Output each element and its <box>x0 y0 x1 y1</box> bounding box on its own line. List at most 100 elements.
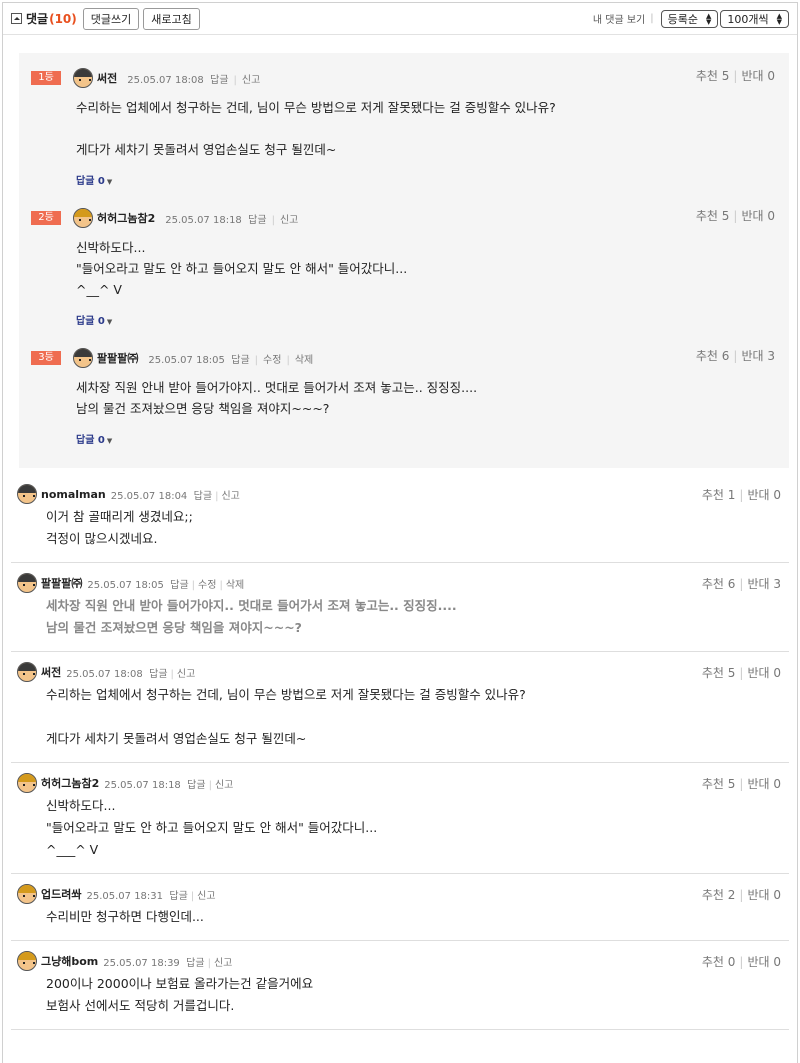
list-item: 팔팔팔㈜ 25.05.07 18:05 답글 | 수정 | 삭제 추천 6 | 반대 3 세차장 … <box>11 563 789 652</box>
action-link-button[interactable]: 신고 <box>197 891 215 902</box>
comment-line <box>76 118 789 139</box>
comment-meta: 25.05.07 18:05 답글 | 수정 | 삭제 <box>87 576 244 591</box>
upvote-button[interactable]: 추천 1 <box>702 488 736 502</box>
action-reply-button[interactable]: 답글 <box>210 75 228 86</box>
downvote-button[interactable]: 반대 0 <box>741 69 775 83</box>
comment-title: 댓글 <box>26 12 49 26</box>
rank-badge: 3등 <box>31 351 61 365</box>
upvote-button[interactable]: 추천 5 <box>696 69 730 83</box>
reply-count: 답글 0 <box>76 435 105 446</box>
refresh-button[interactable]: 새로고침 <box>143 7 200 30</box>
downvote-button[interactable]: 반대 0 <box>747 888 781 902</box>
divider: | <box>739 488 744 502</box>
comment-line: 신박하도다... <box>46 798 116 813</box>
avatar-icon <box>73 348 93 368</box>
write-comment-button[interactable]: 댓글쓰기 <box>82 7 140 30</box>
upvote-button[interactable]: 추천 5 <box>702 777 736 791</box>
chevron-down-icon: ▼ <box>106 318 113 326</box>
divider: | <box>286 354 290 366</box>
downvote-button[interactable]: 반대 0 <box>747 488 781 502</box>
upvote-button[interactable]: 추천 5 <box>702 666 736 680</box>
comment-meta: 25.05.07 18:18 답글 | 신고 <box>165 211 298 226</box>
divider: | <box>271 214 275 226</box>
downvote-button[interactable]: 반대 0 <box>747 777 781 791</box>
action-reply-button[interactable]: 답글 <box>231 355 249 366</box>
action-reply-button[interactable]: 답글 <box>169 891 187 902</box>
nickname[interactable]: 업드려쏴 <box>41 886 81 902</box>
nickname[interactable]: 허허그놈참2 <box>97 210 155 226</box>
divider: | <box>650 13 654 24</box>
nickname[interactable]: 허허그놈참2 <box>41 775 99 791</box>
comment-body: 수리비만 청구하면 다행인데... <box>11 906 789 928</box>
updown-arrow-icon: ▲ ▼ <box>776 11 782 26</box>
downvote-button[interactable]: 반대 0 <box>747 955 781 969</box>
nickname[interactable]: nomalman <box>41 488 106 501</box>
action-reply-button[interactable]: 답글 <box>170 580 188 591</box>
downvote-button[interactable]: 반대 0 <box>741 209 775 223</box>
upvote-button[interactable]: 추천 6 <box>696 349 730 363</box>
comment-line: 보험사 선에서도 적당히 거를겁니다. <box>46 998 235 1013</box>
best-comment: 1등 써전 25.05.07 18:08 답글 | 신고 추천 5 | 반대 0 수리하는 업체… <box>19 65 789 187</box>
action-link-button[interactable]: 수정 <box>263 355 281 366</box>
action-link-button[interactable]: 신고 <box>242 75 260 86</box>
action-reply-button[interactable]: 답글 <box>248 215 266 226</box>
comment-meta: 25.05.07 18:05 답글 | 수정 | 삭제 <box>148 351 313 366</box>
avatar-icon <box>17 951 37 971</box>
upvote-button[interactable]: 추천 5 <box>696 209 730 223</box>
vote-counts: 추천 6 | 반대 3 <box>702 575 781 592</box>
comment-line <box>46 706 789 728</box>
action-link-button[interactable]: 삭제 <box>226 580 244 591</box>
list-item: 업드려쏴 25.05.07 18:31 답글 | 신고 추천 2 | 반대 0 수리비만 청구… <box>11 874 789 941</box>
nickname[interactable]: 써전 <box>41 664 61 680</box>
action-reply-button[interactable]: 답글 <box>187 780 205 791</box>
comment-date: 25.05.07 18:18 <box>104 779 181 791</box>
nickname[interactable]: 팔팔팔㈜ <box>41 575 82 591</box>
comment-line: 수리비만 청구하면 다행인데... <box>46 909 204 924</box>
chevron-down-icon: ▼ <box>106 437 113 445</box>
comment-line: 이거 참 골때리게 생겼네요;; <box>46 509 193 524</box>
comment-header: 1등 써전 25.05.07 18:08 답글 | 신고 <box>19 65 789 91</box>
nickname[interactable]: 팔팔팔㈜ <box>97 350 138 366</box>
sort-select[interactable]: 등록순 ▲ ▼ <box>660 9 719 28</box>
downvote-button[interactable]: 반대 3 <box>747 577 781 591</box>
rank-badge: 2등 <box>31 211 61 225</box>
action-reply-button[interactable]: 답글 <box>194 491 212 502</box>
action-reply-button[interactable]: 답글 <box>186 958 204 969</box>
action-reply-button[interactable]: 답글 <box>149 669 167 680</box>
my-comments-link[interactable]: 내 댓글 보기 <box>593 11 645 26</box>
comment-meta: 25.05.07 18:08 답글 | 신고 <box>66 665 195 680</box>
comment-meta: 25.05.07 18:04 답글 | 신고 <box>111 487 240 502</box>
avatar-icon <box>73 208 93 228</box>
comment-body: 신박하도다... "들어오라고 말도 안 하고 들어오지 말도 안 해서" 들어갔… <box>11 795 789 861</box>
action-link-button[interactable]: 신고 <box>215 780 233 791</box>
updown-arrow-icon: ▲ ▼ <box>705 11 712 26</box>
avatar-icon <box>17 884 37 904</box>
reply-toggle-button[interactable]: 답글 0 ▼ <box>19 172 789 187</box>
reply-toggle-button[interactable]: 답글 0 ▼ <box>19 312 789 327</box>
action-link-button[interactable]: 신고 <box>221 491 239 502</box>
action-link-button[interactable]: 수정 <box>198 580 216 591</box>
downvote-button[interactable]: 반대 3 <box>741 349 775 363</box>
action-link-button[interactable]: 신고 <box>280 215 298 226</box>
collapse-toggle-icon[interactable] <box>11 13 22 24</box>
divider: | <box>233 74 237 86</box>
comment-date: 25.05.07 18:08 <box>66 668 143 680</box>
list-item: 써전 25.05.07 18:08 답글 | 신고 추천 5 | 반대 0 수리하는 업체에서… <box>11 652 789 763</box>
upvote-button[interactable]: 추천 2 <box>702 888 736 902</box>
action-link-button[interactable]: 신고 <box>214 958 232 969</box>
comment-line: 세차장 직원 안내 받아 들어가야지.. 멋대로 들어가서 조져 놓고는.. 징… <box>76 380 478 395</box>
list-item: 그냥해bom 25.05.07 18:39 답글 | 신고 추천 0 | 반대 0 200이나… <box>11 941 789 1030</box>
action-link-button[interactable]: 신고 <box>177 669 195 680</box>
comment-date: 25.05.07 18:05 <box>148 354 225 366</box>
downvote-button[interactable]: 반대 0 <box>747 666 781 680</box>
comment-line: 남의 물건 조져놨으면 응당 책임을 져야지~~~? <box>46 620 302 635</box>
nickname[interactable]: 써전 <box>97 70 117 86</box>
action-link-button[interactable]: 삭제 <box>295 355 313 366</box>
comment-line: ^__^ V <box>76 282 122 297</box>
reply-toggle-button[interactable]: 답글 0 ▼ <box>19 431 789 446</box>
nickname[interactable]: 그냥해bom <box>41 953 98 969</box>
upvote-button[interactable]: 추천 6 <box>702 577 736 591</box>
upvote-button[interactable]: 추천 0 <box>702 955 736 969</box>
comment-body: 수리하는 업체에서 청구하는 건데, 님이 무슨 방법으로 저게 잘못됐다는 걸… <box>19 97 789 160</box>
page-size-select[interactable]: 100개씩 ▲ ▼ <box>720 9 789 28</box>
